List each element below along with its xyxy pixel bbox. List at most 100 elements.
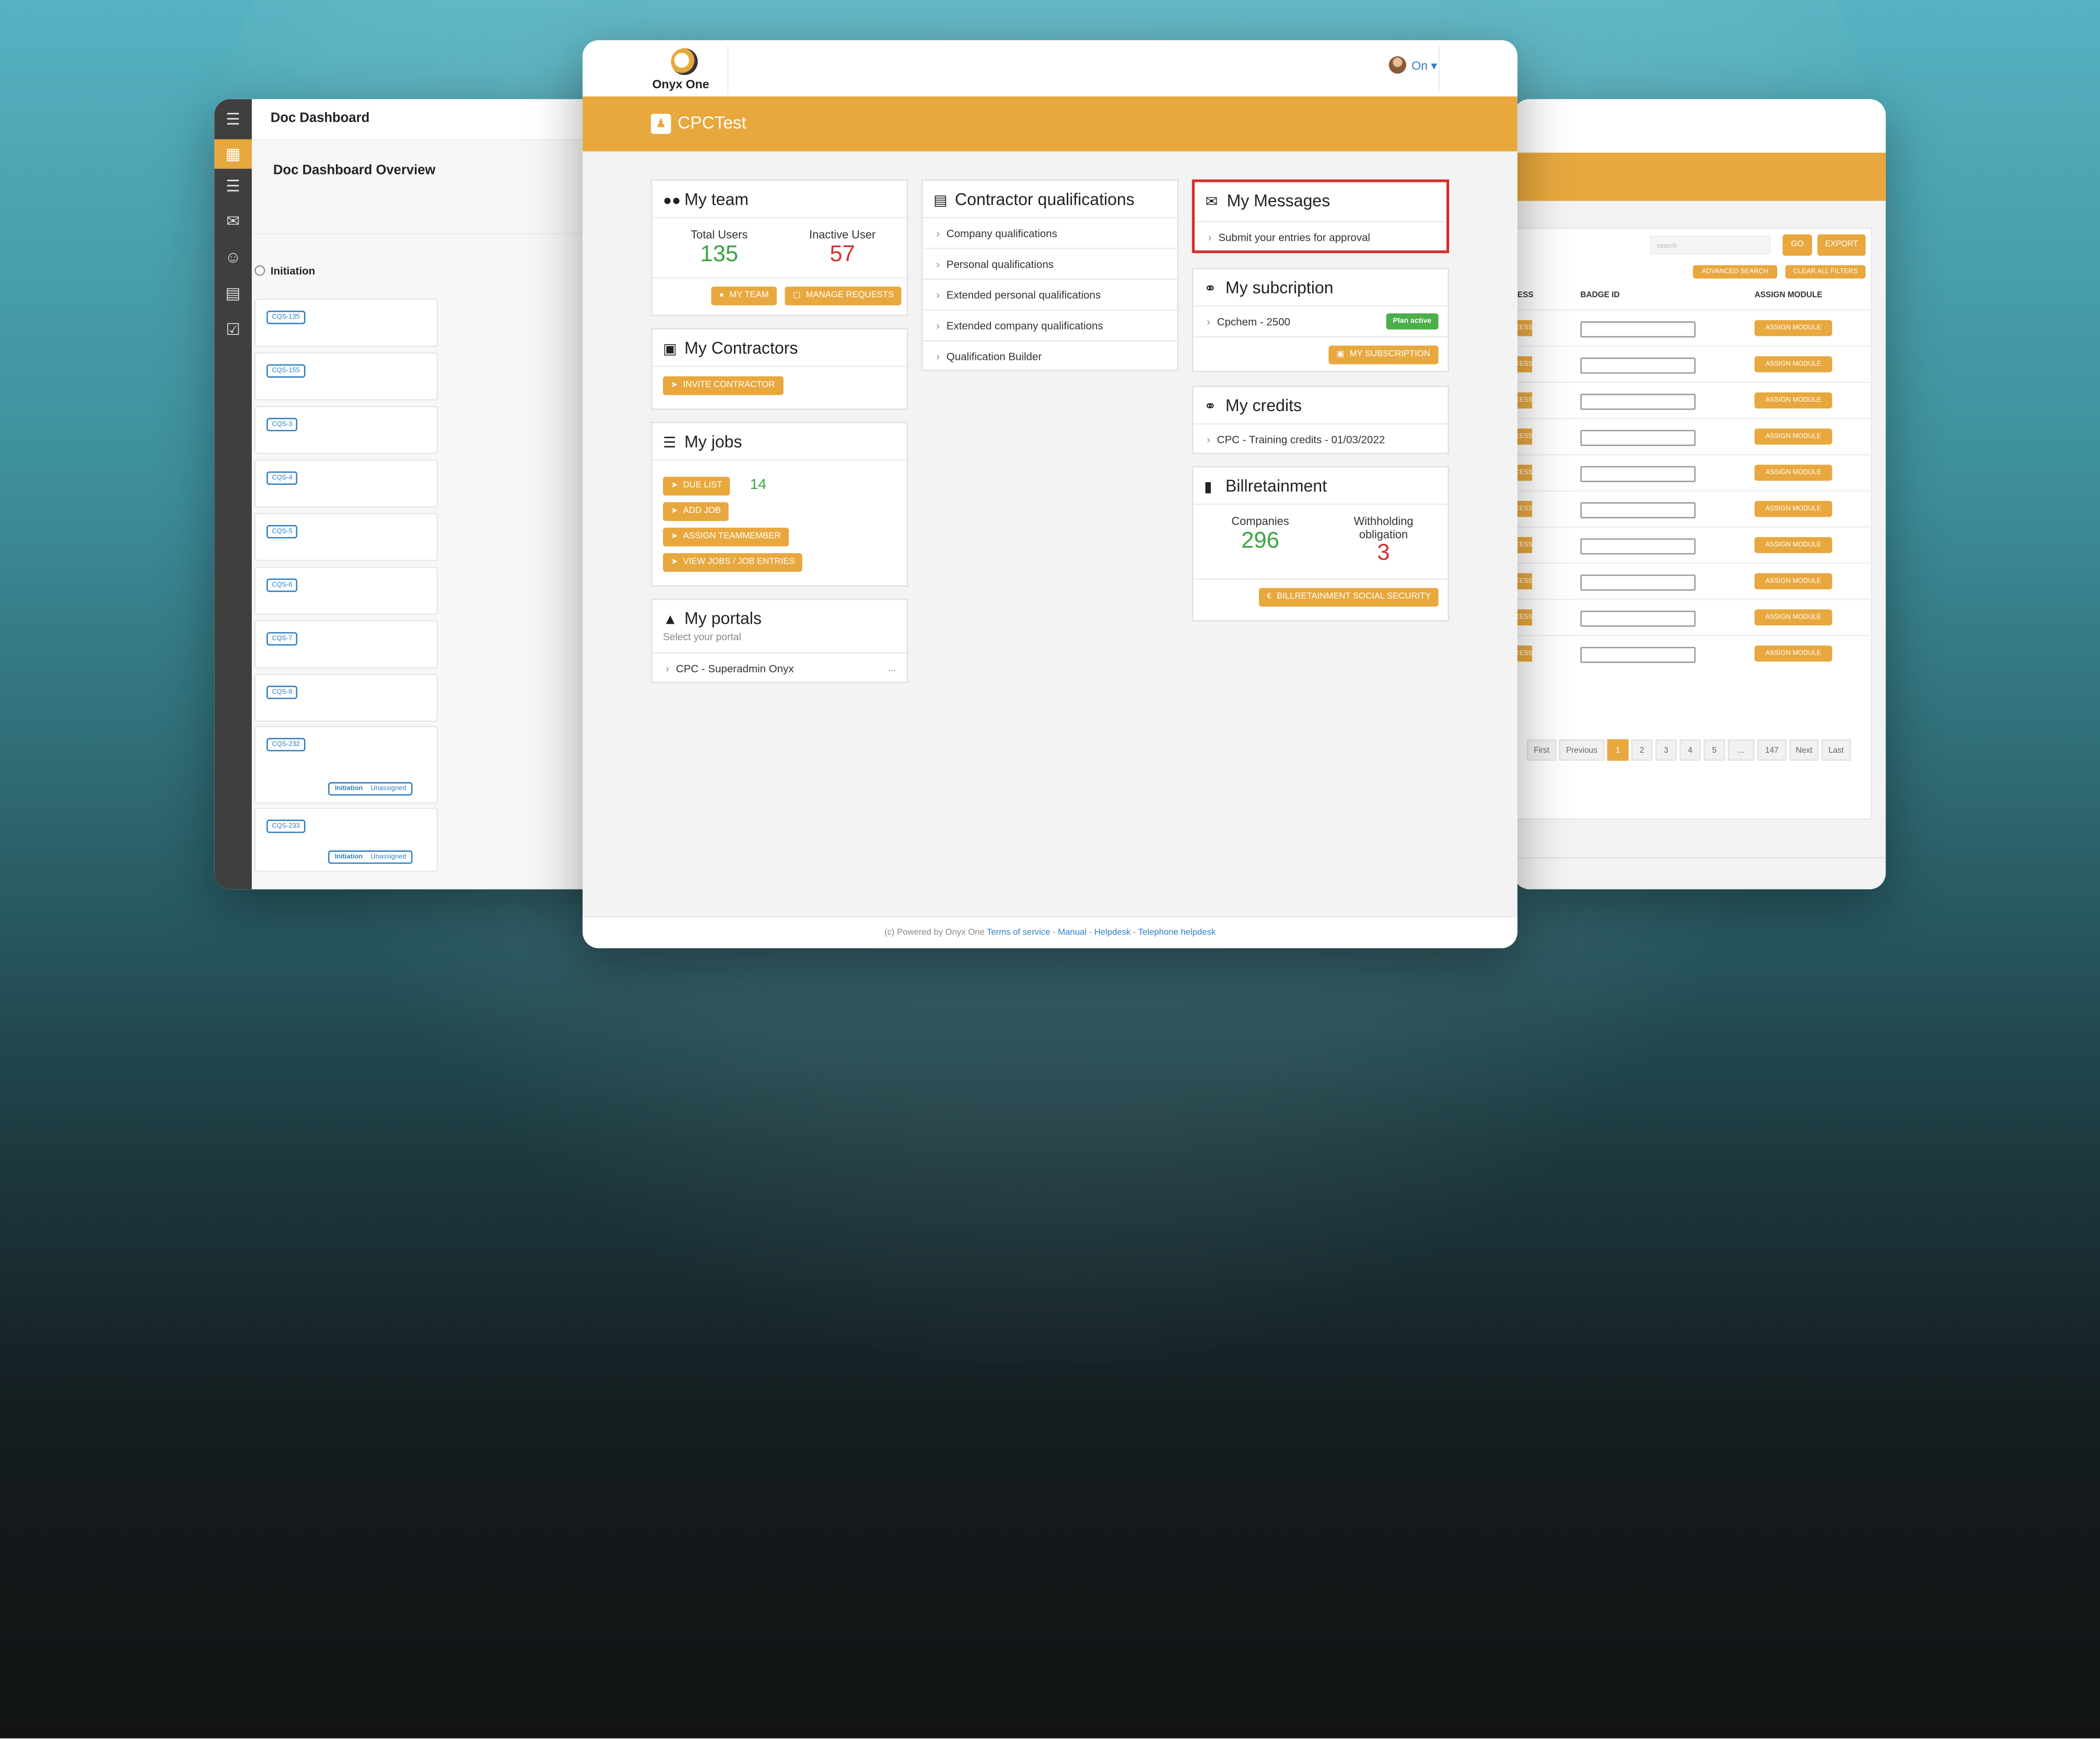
- user-icon[interactable]: ☺: [214, 242, 252, 272]
- badge-id-input[interactable]: [1580, 357, 1696, 374]
- assign-teammember-button[interactable]: ➤ ASSIGN TEAMMEMBER: [663, 528, 789, 547]
- badge-id-input[interactable]: [1580, 502, 1696, 519]
- clear-filters-button[interactable]: CLEAR ALL FILTERS: [1785, 265, 1866, 279]
- pager-item[interactable]: Last: [1821, 739, 1851, 761]
- search-input[interactable]: search: [1650, 236, 1771, 255]
- telephone-helpdesk-link[interactable]: Telephone helpdesk: [1138, 928, 1216, 938]
- doc-card[interactable]: CQS-6: [254, 566, 438, 615]
- assign-module-button[interactable]: ASSIGN MODULE: [1754, 464, 1833, 481]
- badge-id-input[interactable]: [1580, 647, 1696, 663]
- chevron-right-icon: ›: [666, 663, 670, 675]
- qualification-item[interactable]: › Extended personal qualifications: [923, 278, 1177, 309]
- doc-card-tag[interactable]: CQS-7: [266, 632, 298, 646]
- doc-card[interactable]: CQS-5: [254, 512, 438, 562]
- list-icon[interactable]: ☰: [214, 171, 252, 201]
- assign-module-button[interactable]: ASSIGN MODULE: [1754, 392, 1833, 409]
- doc-card[interactable]: CQS-232 Initiation Unassigned: [254, 726, 438, 804]
- qualification-item[interactable]: › Company qualifications: [923, 217, 1177, 248]
- doc-card[interactable]: CQS-3: [254, 405, 438, 454]
- my-team-button[interactable]: ● MY TEAM: [711, 286, 777, 306]
- pager-item[interactable]: Previous: [1559, 739, 1605, 761]
- pager-item[interactable]: First: [1526, 739, 1557, 761]
- chevron-right-icon: ›: [936, 258, 940, 271]
- user-menu[interactable]: On ▾: [1389, 56, 1437, 74]
- billretainment-button[interactable]: € BILLRETAINMENT SOCIAL SECURITY: [1258, 588, 1439, 607]
- go-button[interactable]: GO: [1782, 234, 1812, 256]
- advanced-search-button[interactable]: ADVANCED SEARCH: [1693, 265, 1778, 279]
- qualification-item[interactable]: › Extended company qualifications: [923, 309, 1177, 340]
- doc-card-tag[interactable]: CQS-5: [266, 525, 298, 539]
- pager-item[interactable]: 2: [1631, 739, 1653, 761]
- pager-item[interactable]: 3: [1655, 739, 1677, 761]
- credits-item[interactable]: › CPC - Training credits - 01/03/2022: [1193, 423, 1448, 454]
- pager-item[interactable]: Next: [1789, 739, 1819, 761]
- doc-card-tag[interactable]: CQS-6: [266, 578, 298, 592]
- doc-card[interactable]: CQS-8: [254, 673, 438, 722]
- message-item[interactable]: › Submit your entries for approval: [1194, 221, 1446, 252]
- app-header: Onyx One On ▾: [582, 40, 1518, 97]
- badge-id-input[interactable]: [1580, 538, 1696, 555]
- assign-module-button[interactable]: ASSIGN MODULE: [1754, 356, 1833, 372]
- total-users-label: Total Users: [691, 227, 748, 241]
- doc-card[interactable]: CQS-7: [254, 620, 438, 669]
- badge-id-input[interactable]: [1580, 321, 1696, 338]
- manual-link[interactable]: Manual: [1058, 928, 1087, 938]
- due-list-button[interactable]: ➤ DUE LIST: [663, 476, 731, 496]
- building-icon[interactable]: ▤: [214, 278, 252, 308]
- portal-more-link[interactable]: ...: [888, 653, 896, 684]
- doc-card-status-pill[interactable]: Initiation Unassigned: [328, 782, 413, 796]
- export-button[interactable]: EXPORT: [1817, 234, 1866, 256]
- assign-module-button[interactable]: ASSIGN MODULE: [1754, 573, 1833, 590]
- doc-card-tag[interactable]: CQS-232: [266, 738, 306, 752]
- qualification-item[interactable]: › Personal qualifications: [923, 248, 1177, 278]
- doc-card-tag[interactable]: CQS-4: [266, 471, 298, 485]
- doc-card-status-pill[interactable]: Initiation Unassigned: [328, 850, 413, 864]
- onyx-logo[interactable]: Onyx One: [644, 45, 729, 94]
- badge-id-input[interactable]: [1580, 466, 1696, 482]
- assign-module-button[interactable]: ASSIGN MODULE: [1754, 500, 1833, 517]
- doc-card-tag[interactable]: CQS-135: [266, 310, 306, 324]
- chevron-right-icon: ›: [1206, 316, 1210, 329]
- pager-item[interactable]: ...: [1728, 739, 1755, 761]
- doc-card-tag[interactable]: CQS-233: [266, 820, 306, 833]
- user-menu-label: On ▾: [1411, 59, 1437, 73]
- doc-card-tag[interactable]: CQS-155: [266, 364, 306, 378]
- add-job-button[interactable]: ➤ ADD JOB: [663, 502, 729, 521]
- doc-card[interactable]: CQS-233 Initiation Unassigned: [254, 807, 438, 872]
- add-job-label: ADD JOB: [683, 506, 721, 516]
- assign-module-button[interactable]: ASSIGN MODULE: [1754, 320, 1833, 336]
- footer-powered: (c) Powered by Onyx One: [884, 928, 985, 938]
- menu-icon[interactable]: ☰: [214, 104, 252, 134]
- assign-module-button[interactable]: ASSIGN MODULE: [1754, 645, 1833, 662]
- clipboard-icon: ▤: [933, 193, 948, 209]
- my-subscription-button[interactable]: ▣ MY SUBSCRIPTION: [1328, 345, 1439, 365]
- assign-module-button[interactable]: ASSIGN MODULE: [1754, 609, 1833, 626]
- pager-item[interactable]: 1: [1607, 739, 1629, 761]
- qualification-item[interactable]: › Qualification Builder: [923, 340, 1177, 371]
- checklist-icon[interactable]: ☑: [214, 314, 252, 344]
- doc-card[interactable]: CQS-155: [254, 352, 438, 401]
- doc-card-tag[interactable]: CQS-8: [266, 685, 298, 699]
- pager-item[interactable]: 5: [1704, 739, 1725, 761]
- contractor-qualifications-title: Contractor qualifications: [954, 190, 1135, 209]
- pager-item[interactable]: 4: [1679, 739, 1701, 761]
- badge-id-input[interactable]: [1580, 393, 1696, 410]
- assign-module-button[interactable]: ASSIGN MODULE: [1754, 428, 1833, 445]
- manage-requests-button[interactable]: ▢ MANAGE REQUESTS: [785, 286, 902, 306]
- inbox-icon[interactable]: ✉: [214, 206, 252, 236]
- helpdesk-link[interactable]: Helpdesk: [1094, 928, 1131, 938]
- badge-id-input[interactable]: [1580, 611, 1696, 627]
- doc-card-tag[interactable]: CQS-3: [266, 417, 298, 431]
- badge-id-input[interactable]: [1580, 574, 1696, 591]
- doc-card[interactable]: CQS-135: [254, 298, 438, 347]
- pager-item[interactable]: 147: [1757, 739, 1787, 761]
- badge-id-input[interactable]: [1580, 429, 1696, 446]
- dashboard-icon[interactable]: ▦: [214, 139, 252, 169]
- terms-link[interactable]: Terms of service: [987, 928, 1050, 938]
- assign-module-button[interactable]: ASSIGN MODULE: [1754, 537, 1833, 553]
- view-jobs-label: VIEW JOBS / JOB ENTRIES: [683, 557, 795, 567]
- portal-item[interactable]: › CPC - Superadmin Onyx...: [652, 652, 907, 683]
- doc-card[interactable]: CQS-4: [254, 459, 438, 508]
- view-jobs-button[interactable]: ➤ VIEW JOBS / JOB ENTRIES: [663, 553, 803, 572]
- invite-contractor-button[interactable]: ➤ INVITE CONTRACTOR: [663, 376, 783, 395]
